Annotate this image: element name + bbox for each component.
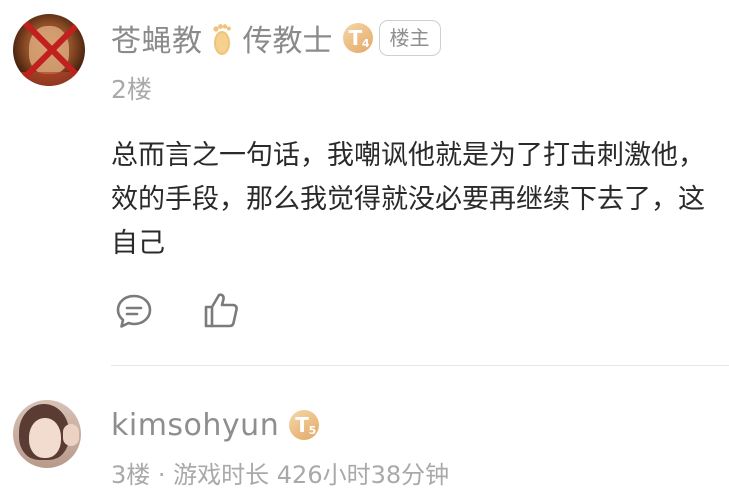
username[interactable]: 苍蝇教 [111, 16, 203, 60]
user-avatar[interactable] [13, 400, 81, 468]
post-header: 苍蝇教 传教士 T 4 楼主 [111, 16, 441, 60]
level-number: 4 [361, 37, 370, 50]
level-number: 5 [308, 424, 317, 437]
foot-icon [211, 20, 233, 56]
level-badge: T 5 [289, 410, 320, 440]
user-title: 传教士 [242, 24, 333, 59]
level-letter: T [295, 413, 309, 437]
avatar-face [29, 418, 61, 458]
post-content: 总而言之一句话，我嘲讽他就是为了打击刺激他， 效的手段，那么我觉得就没必要再继续… [111, 134, 729, 266]
floor-label: 2楼 [111, 75, 152, 104]
comment-thread: 苍蝇教 传教士 T 4 楼主 2楼 总而言之一句话，我嘲讽他就是为了打击刺激他，… [0, 0, 729, 490]
content-line: 效的手段，那么我觉得就没必要再继续下去了，这 [111, 184, 705, 215]
post-header: kimsohyun T 5 [111, 403, 320, 447]
username[interactable]: kimsohyun [111, 408, 279, 443]
level-letter: T [348, 26, 363, 50]
owner-tag: 楼主 [378, 20, 441, 56]
content-line: 自己 [111, 228, 165, 259]
reply-icon[interactable] [114, 291, 154, 331]
floor-playtime-meta: 3楼 · 游戏时长 426小时38分钟 [111, 461, 450, 489]
like-icon[interactable] [201, 290, 241, 330]
user-avatar[interactable] [13, 14, 85, 86]
post-divider [111, 365, 729, 366]
content-line: 总而言之一句话，我嘲讽他就是为了打击刺激他， [111, 140, 705, 171]
avatar-hand [63, 424, 79, 446]
level-badge: T 4 [342, 23, 373, 53]
